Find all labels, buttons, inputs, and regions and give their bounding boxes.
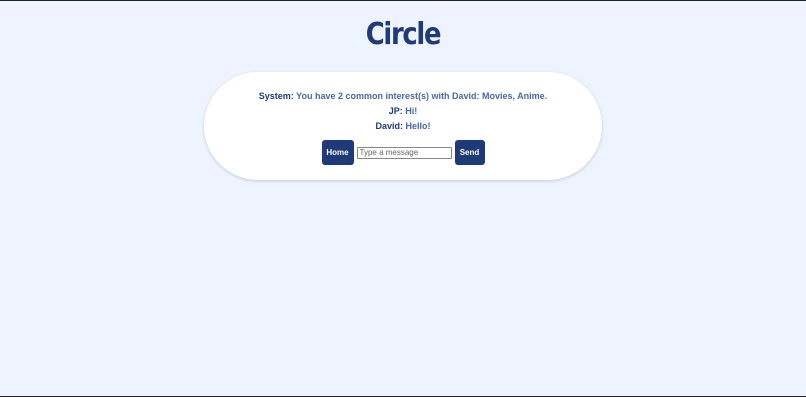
- chat-message: JP: Hi!: [204, 104, 602, 119]
- home-button[interactable]: Home: [321, 140, 354, 165]
- chat-message: David: Hello!: [204, 119, 602, 134]
- message-text: Hi!: [405, 106, 418, 116]
- chat-card: System: You have 2 common interest(s) wi…: [204, 72, 602, 180]
- message-sender: System:: [258, 91, 294, 101]
- message-sender: David:: [375, 121, 403, 131]
- chat-message-system: System: You have 2 common interest(s) wi…: [204, 89, 602, 104]
- message-text: You have 2 common interest(s) with David…: [296, 91, 548, 101]
- send-button[interactable]: Send: [454, 140, 485, 165]
- message-input[interactable]: [356, 146, 452, 159]
- message-list: System: You have 2 common interest(s) wi…: [204, 89, 602, 134]
- app-title: Circle: [365, 17, 442, 52]
- message-sender: JP:: [388, 106, 403, 116]
- message-controls: Home Send: [204, 140, 602, 165]
- message-text: Hello!: [405, 121, 431, 131]
